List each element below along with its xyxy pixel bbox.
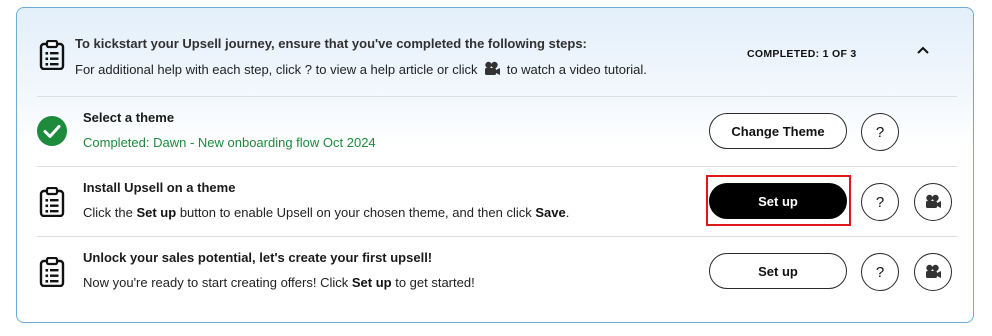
video-tutorial-button[interactable] — [914, 253, 952, 291]
step-title: Install Upsell on a theme — [83, 180, 236, 195]
setup-button[interactable]: Set up — [709, 253, 847, 289]
step-description: Now you're ready to start creating offer… — [83, 275, 475, 290]
step-title: Unlock your sales potential, let's creat… — [83, 250, 433, 265]
step-select-theme: Select a theme Completed: Dawn - New onb… — [17, 97, 973, 166]
video-camera-icon — [926, 194, 941, 208]
clipboard-icon — [39, 39, 65, 71]
help-button[interactable]: ? — [861, 183, 899, 221]
onboarding-title: To kickstart your Upsell journey, ensure… — [75, 36, 587, 51]
video-camera-icon — [483, 61, 501, 80]
help-button[interactable]: ? — [861, 253, 899, 291]
completion-progress: COMPLETED: 1 OF 3 — [747, 48, 857, 60]
clipboard-icon — [39, 186, 65, 218]
help-button[interactable]: ? — [861, 113, 899, 151]
onboarding-help-text: For additional help with each step, clic… — [75, 61, 647, 80]
change-theme-button[interactable]: Change Theme — [709, 113, 847, 149]
onboarding-header: To kickstart your Upsell journey, ensure… — [17, 8, 973, 96]
video-camera-icon — [926, 264, 941, 278]
step-status: Completed: Dawn - New onboarding flow Oc… — [83, 135, 376, 150]
check-circle-icon — [37, 116, 67, 146]
step-create-upsell: Unlock your sales potential, let's creat… — [17, 237, 973, 306]
chevron-up-icon — [917, 46, 929, 54]
step-title: Select a theme — [83, 110, 175, 125]
step-install-upsell: Install Upsell on a theme Click the Set … — [17, 167, 973, 236]
video-tutorial-button[interactable] — [914, 183, 952, 221]
setup-button[interactable]: Set up — [709, 183, 847, 219]
step-description: Click the Set up button to enable Upsell… — [83, 205, 570, 220]
clipboard-icon — [39, 256, 65, 288]
onboarding-card: To kickstart your Upsell journey, ensure… — [16, 7, 974, 323]
collapse-button[interactable] — [911, 38, 935, 62]
